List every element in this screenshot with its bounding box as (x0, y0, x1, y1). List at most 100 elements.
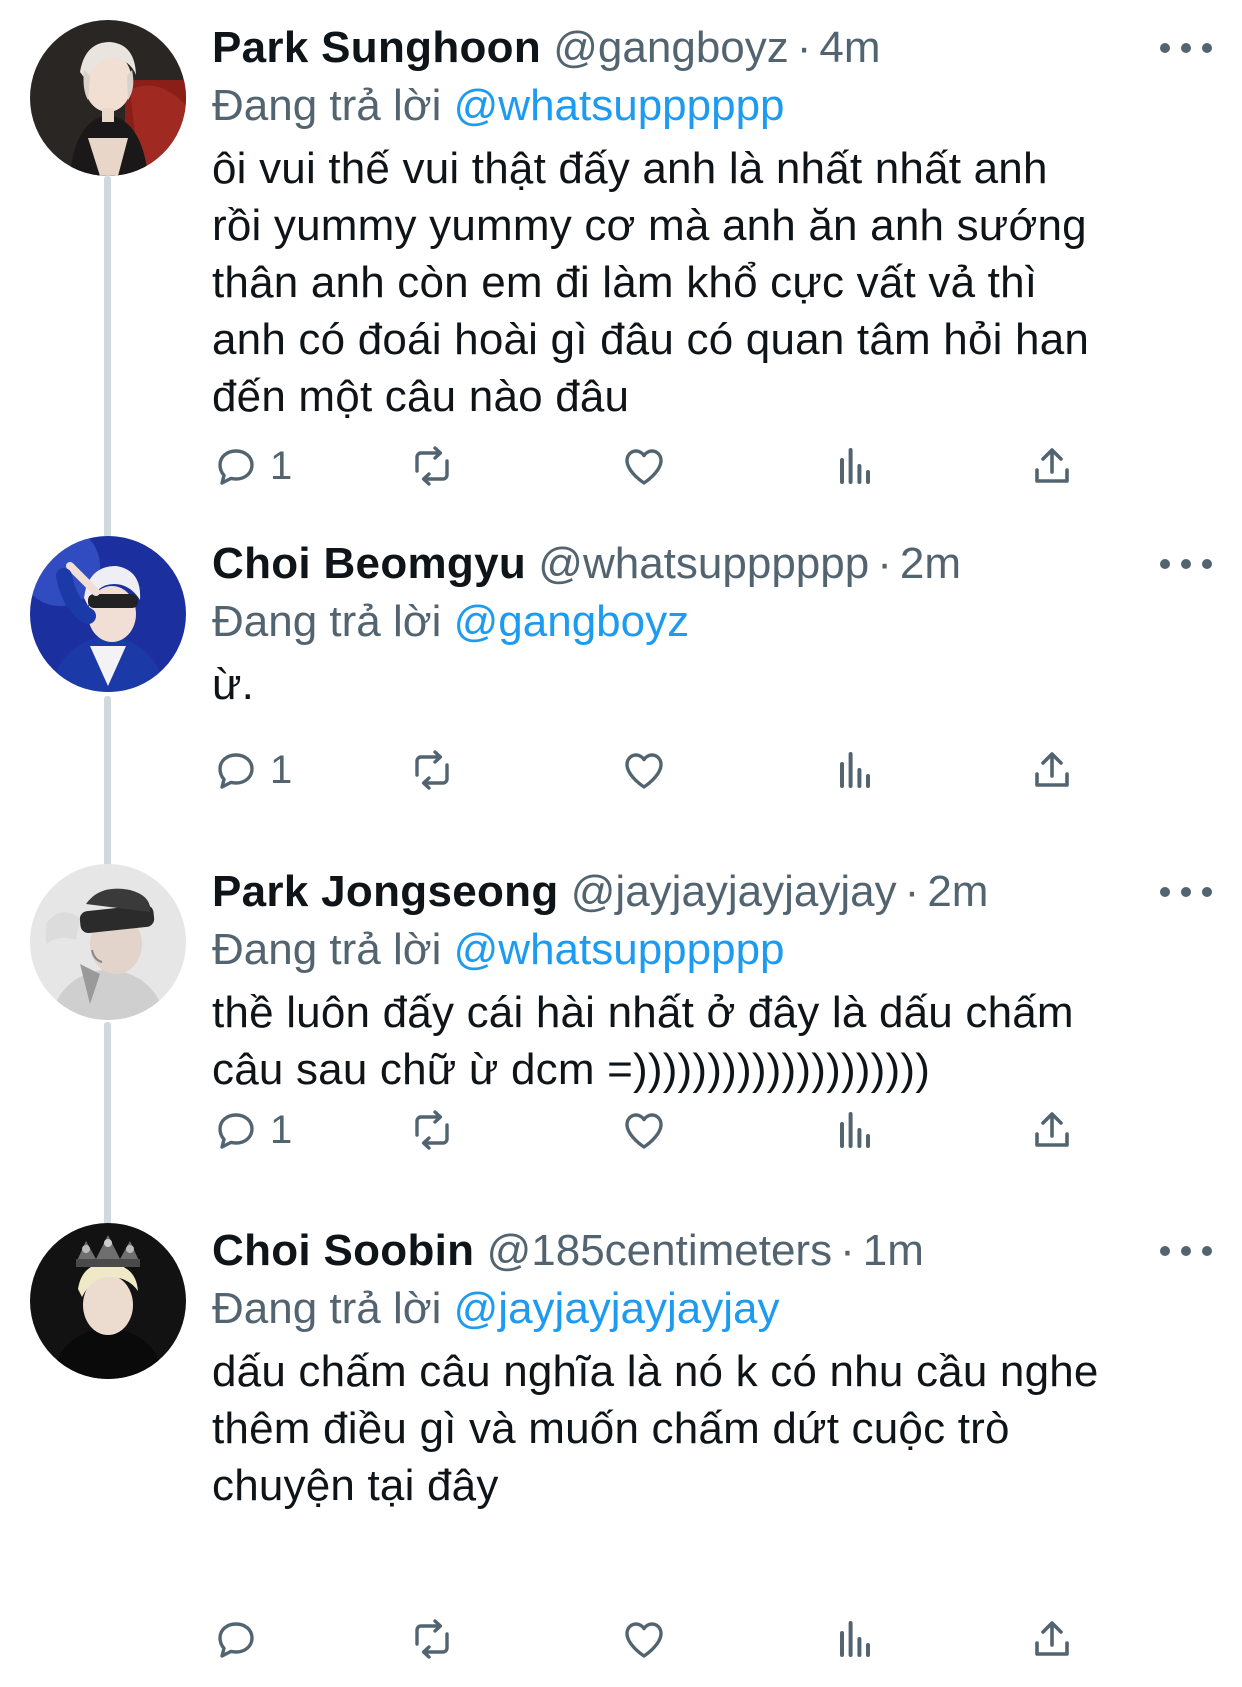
reply-count: 1 (270, 747, 293, 792)
share-icon (1035, 448, 1069, 483)
reply-context: Đang trả lời @whatsupppppp (212, 920, 785, 980)
retweet-icon (415, 1110, 449, 1150)
reply-icon (218, 1113, 254, 1149)
avatar-park-jongseong-icon (30, 864, 186, 1020)
like-button[interactable] (620, 742, 668, 798)
reply-button[interactable]: 1 (212, 1102, 292, 1158)
separator: · (877, 539, 892, 588)
display-name[interactable]: Park Jongseong (212, 867, 559, 916)
views-button[interactable] (832, 1611, 880, 1667)
reply-prefix: Đang trả lời (212, 81, 442, 130)
tweet-actions: 1 (212, 438, 1212, 494)
share-button[interactable] (1028, 1102, 1076, 1158)
username[interactable]: @gangboyz (553, 23, 789, 72)
mention-link[interactable]: @whatsupppppp (454, 925, 785, 974)
views-button[interactable] (832, 438, 880, 494)
share-button[interactable] (1028, 742, 1076, 798)
username[interactable]: @185centimeters (487, 1226, 833, 1275)
timestamp[interactable]: 2m (927, 867, 988, 916)
like-button[interactable] (620, 1102, 668, 1158)
retweet-button[interactable] (408, 742, 456, 798)
retweet-button[interactable] (408, 1102, 456, 1158)
avatar[interactable] (30, 536, 186, 692)
reply-button[interactable]: 1 (212, 742, 292, 798)
tweet-item[interactable]: Choi Beomgyu @whatsupppppp · 2m Đang trả l… (0, 516, 1242, 846)
timestamp[interactable]: 2m (900, 539, 961, 588)
tweet-actions (212, 1611, 1212, 1667)
retweet-icon (415, 1619, 449, 1659)
views-icon (840, 448, 870, 484)
avatar-park-sunghoon-icon (30, 20, 186, 176)
retweet-icon (415, 446, 449, 486)
views-button[interactable] (832, 742, 880, 798)
display-name[interactable]: Choi Soobin (212, 1226, 474, 1275)
share-button[interactable] (1028, 1611, 1076, 1667)
reply-prefix: Đang trả lời (212, 1284, 442, 1333)
separator: · (840, 1226, 855, 1275)
heart-icon (625, 1113, 663, 1149)
reply-prefix: Đang trả lời (212, 925, 442, 974)
tweet-text: ôi vui thế vui thật đấy anh là nhất nhất… (212, 144, 1090, 421)
share-button[interactable] (1028, 438, 1076, 494)
reply-icon (218, 753, 254, 789)
timestamp[interactable]: 1m (863, 1226, 924, 1275)
views-icon (840, 1621, 870, 1657)
display-name[interactable]: Choi Beomgyu (212, 539, 526, 588)
reply-prefix: Đang trả lời (212, 597, 442, 646)
reply-context: Đang trả lời @jayjayjayjayjay (212, 1279, 780, 1339)
reply-icon (218, 449, 254, 485)
display-name[interactable]: Park Sunghoon (212, 23, 541, 72)
avatar-choi-beomgyu-icon (30, 536, 186, 692)
views-button[interactable] (832, 1102, 880, 1158)
retweet-button[interactable] (408, 1611, 456, 1667)
mention-link[interactable]: @gangboyz (454, 597, 690, 646)
tweet-text: dấu chấm câu nghĩa là nó k có nhu cầu ng… (212, 1347, 1099, 1510)
reply-button[interactable] (212, 1611, 270, 1667)
reply-count: 1 (270, 1107, 293, 1152)
reply-icon (218, 1622, 254, 1658)
mention-link[interactable]: @jayjayjayjayjay (454, 1284, 780, 1333)
views-icon (840, 752, 870, 788)
tweet-text: ừ. (212, 660, 255, 709)
timestamp[interactable]: 4m (819, 23, 880, 72)
avatar[interactable] (30, 864, 186, 1020)
more-icon[interactable] (1160, 1233, 1212, 1269)
tweet-header: Choi Soobin @185centimeters · 1m (212, 1221, 924, 1281)
heart-icon (625, 753, 663, 789)
avatar-choi-soobin-icon (30, 1223, 186, 1379)
tweet-header: Park Sunghoon @gangboyz · 4m (212, 18, 881, 78)
share-icon (1035, 1112, 1069, 1147)
avatar[interactable] (30, 1223, 186, 1379)
retweet-button[interactable] (408, 438, 456, 494)
retweet-icon (415, 750, 449, 790)
reply-button[interactable]: 1 (212, 438, 292, 494)
share-icon (1035, 752, 1069, 787)
separator: · (904, 867, 920, 916)
tweet-thread: Park Sunghoon @gangboyz · 4m Đang trả lời … (0, 0, 1242, 1687)
tweet-header: Park Jongseong @jayjayjayjayjay · 2m (212, 862, 988, 922)
more-icon[interactable] (1160, 546, 1212, 582)
mention-link[interactable]: @whatsupppppp (454, 81, 785, 130)
tweet-item[interactable]: Park Jongseong @jayjayjayjayjay · 2m Đang … (0, 844, 1242, 1234)
like-button[interactable] (620, 438, 668, 494)
tweet-actions: 1 (212, 1102, 1212, 1158)
heart-icon (625, 449, 663, 485)
avatar[interactable] (30, 20, 186, 176)
like-button[interactable] (620, 1611, 668, 1667)
tweet-text: thề luôn đấy cái hài nhất ở đây là dấu c… (212, 988, 1074, 1094)
tweet-item[interactable]: Park Sunghoon @gangboyz · 4m Đang trả lời … (0, 0, 1242, 556)
tweet-actions: 1 (212, 742, 1212, 798)
tweet-item[interactable]: Choi Soobin @185centimeters · 1m Đang trả … (0, 1203, 1242, 1687)
heart-icon (625, 1622, 663, 1658)
username[interactable]: @whatsupppppp (538, 539, 869, 588)
more-icon[interactable] (1160, 30, 1212, 66)
reply-context: Đang trả lời @whatsupppppp (212, 76, 785, 136)
reply-count: 1 (270, 443, 293, 488)
separator: · (796, 23, 812, 72)
more-icon[interactable] (1160, 874, 1212, 910)
username[interactable]: @jayjayjayjayjay (571, 867, 897, 916)
views-icon (840, 1112, 870, 1148)
tweet-header: Choi Beomgyu @whatsupppppp · 2m (212, 534, 961, 594)
reply-context: Đang trả lời @gangboyz (212, 592, 689, 652)
share-icon (1035, 1621, 1069, 1656)
